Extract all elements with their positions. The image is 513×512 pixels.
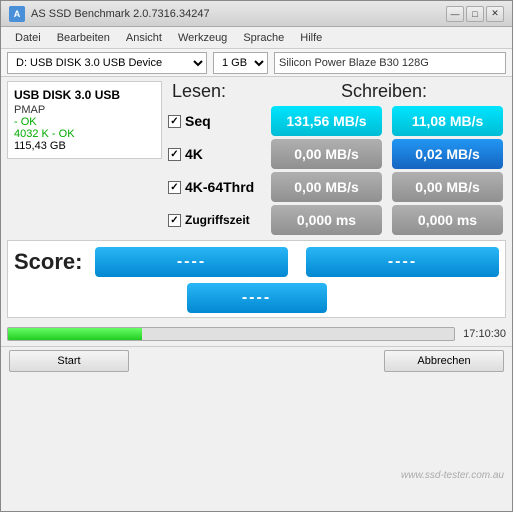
start-button[interactable]: Start [9,350,129,372]
4k64-values: 0,00 MB/s 0,00 MB/s [268,172,506,202]
score-row: Score: ---- ---- [14,247,499,277]
left-panel: USB DISK 3.0 USB PMAP - OK 4032 K - OK 1… [7,81,162,159]
bottom-buttons: Start Abbrechen [1,346,512,374]
menu-bar: Datei Bearbeiten Ansicht Werkzeug Sprach… [1,27,512,49]
maximize-button[interactable]: □ [466,6,484,22]
zugriffszeit-label-area: ✓ Zugriffszeit [168,213,268,227]
menu-ansicht[interactable]: Ansicht [120,30,168,46]
menu-sprache[interactable]: Sprache [237,30,290,46]
menu-werkzeug[interactable]: Werkzeug [172,30,233,46]
zugriffszeit-label: Zugriffszeit [185,213,250,227]
seq-schreiben-value: 11,08 MB/s [392,106,503,136]
title-bar-left: A AS SSD Benchmark 2.0.7316.34247 [9,6,210,22]
close-button[interactable]: ✕ [486,6,504,22]
right-content: Lesen: Schreiben: ✓ Seq 131,56 MB/s 11,0… [168,81,506,238]
left-panel-title: USB DISK 3.0 USB [14,88,155,102]
menu-bearbeiten[interactable]: Bearbeiten [51,30,116,46]
seq-label: Seq [185,113,211,129]
menu-hilfe[interactable]: Hilfe [294,30,328,46]
4k-schreiben-value: 0,02 MB/s [392,139,503,169]
4k64-label-area: ✓ 4K-64Thrd [168,179,268,195]
bench-row-seq: ✓ Seq 131,56 MB/s 11,08 MB/s [168,106,506,136]
bench-area: USB DISK 3.0 USB PMAP - OK 4032 K - OK 1… [7,81,506,238]
4k-label-area: ✓ 4K [168,146,268,162]
bench-row-zugriffszeit: ✓ Zugriffszeit 0,000 ms 0,000 ms [168,205,506,235]
score-label: Score: [14,249,89,275]
content-area: USB DISK 3.0 USB PMAP - OK 4032 K - OK 1… [1,77,512,322]
menu-datei[interactable]: Datei [9,30,47,46]
ok-line2: - OK [14,116,155,128]
size-select[interactable]: 1 GB [213,52,268,74]
window-title: AS SSD Benchmark 2.0.7316.34247 [31,8,210,20]
seq-checkbox[interactable]: ✓ [168,115,181,128]
device-name: Silicon Power Blaze B30 128G [274,52,506,74]
score-left-btn: ---- [95,247,288,277]
header-lesen: Lesen: [168,81,337,102]
progress-time: 17:10:30 [463,328,506,340]
toolbar: D: USB DISK 3.0 USB Device 1 GB Silicon … [1,49,512,77]
pmap-label: PMAP [14,104,155,116]
bench-row-4k: ✓ 4K 0,00 MB/s 0,02 MB/s [168,139,506,169]
4k-label: 4K [185,146,203,162]
4k-lesen-value: 0,00 MB/s [271,139,382,169]
4k64-schreiben-value: 0,00 MB/s [392,172,503,202]
score-bottom-btn: ---- [187,283,327,313]
title-buttons: — □ ✕ [446,6,504,22]
progress-bar-inner [8,328,142,340]
app-icon: A [9,6,25,22]
4k64-checkbox[interactable]: ✓ [168,181,181,194]
disk-size: 115,43 GB [14,140,155,152]
progress-area: 17:10:30 [1,322,512,346]
watermark: www.ssd-tester.com.au [401,470,504,481]
zugriffszeit-checkbox[interactable]: ✓ [168,214,181,227]
headers-row: Lesen: Schreiben: [168,81,506,102]
cancel-button[interactable]: Abbrechen [384,350,504,372]
score-section: Score: ---- ---- ---- [7,240,506,318]
zugriffszeit-lesen-value: 0,000 ms [271,205,382,235]
seq-values: 131,56 MB/s 11,08 MB/s [268,106,506,136]
drive-select[interactable]: D: USB DISK 3.0 USB Device [7,52,207,74]
score-bottom: ---- [14,283,499,313]
main-window: A AS SSD Benchmark 2.0.7316.34247 — □ ✕ … [0,0,513,512]
zugriffszeit-schreiben-value: 0,000 ms [392,205,503,235]
zugriffszeit-values: 0,000 ms 0,000 ms [268,205,506,235]
4k-values: 0,00 MB/s 0,02 MB/s [268,139,506,169]
score-right-btn: ---- [306,247,499,277]
progress-bar-outer [7,327,455,341]
ok-line3: 4032 K - OK [14,128,155,140]
4k-checkbox[interactable]: ✓ [168,148,181,161]
minimize-button[interactable]: — [446,6,464,22]
seq-lesen-value: 131,56 MB/s [271,106,382,136]
4k64-lesen-value: 0,00 MB/s [271,172,382,202]
seq-label-area: ✓ Seq [168,113,268,129]
header-schreiben: Schreiben: [337,81,506,102]
bench-row-4k64: ✓ 4K-64Thrd 0,00 MB/s 0,00 MB/s [168,172,506,202]
title-bar: A AS SSD Benchmark 2.0.7316.34247 — □ ✕ [1,1,512,27]
4k64-label: 4K-64Thrd [185,179,254,195]
